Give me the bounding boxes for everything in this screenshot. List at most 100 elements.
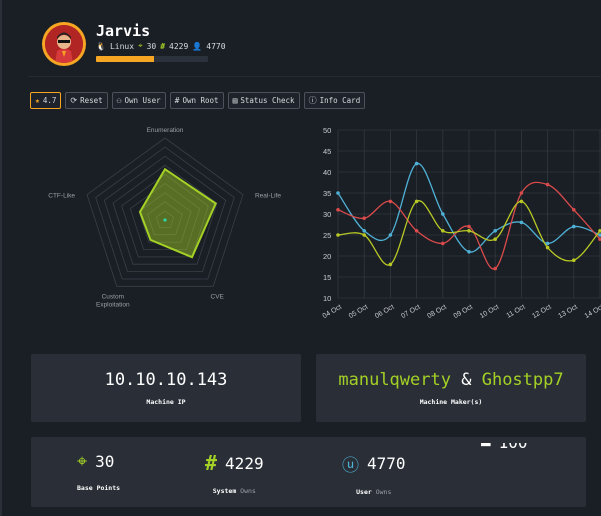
y-tick-label: 20: [323, 252, 331, 261]
x-tick-label: 07 Oct: [400, 304, 421, 320]
machine-avatar: [42, 22, 86, 66]
series-point-0: [441, 212, 445, 216]
series-point-2: [493, 237, 497, 241]
series-point-0: [545, 241, 550, 246]
machine-header: Jarvis 🐧 Linux ⌖ 30 # 4229 👤 4770: [34, 14, 601, 74]
machine-meta: 🐧 Linux ⌖ 30 # 4229 👤 4770: [96, 41, 226, 51]
hash-icon: #: [205, 451, 218, 475]
base-points-label: Base Points: [77, 484, 121, 492]
series-point-1: [388, 199, 393, 204]
series-point-0: [388, 233, 393, 237]
series-point-1: [572, 208, 576, 212]
hash-icon: #: [174, 96, 180, 105]
series-point-1: [414, 229, 419, 233]
toolbar: ★ 4.7 ⟳ Reset ⚇ Own User # Own Root ▤ St…: [30, 92, 366, 109]
series-point-0: [362, 229, 366, 233]
y-tick-label: 45: [323, 147, 331, 156]
radar-axis-label: CVE: [211, 293, 225, 300]
refresh-icon: ⟳: [70, 96, 78, 105]
machine-ip-label: Machine IP: [146, 398, 186, 406]
radar-chart: Enumeration Real-Life CVE Custom Exploitatio…: [48, 127, 281, 308]
user-owns-stat: ⓤ 4770 User Owns: [342, 451, 406, 496]
series-point-1: [441, 241, 445, 246]
reset-label: Reset: [80, 96, 103, 105]
rating-button[interactable]: ★ 4.7: [30, 92, 62, 109]
maker-link-1[interactable]: manulqwerty: [338, 370, 451, 390]
release-value: 100: [499, 443, 528, 452]
machine-maker-card: manulqwerty & Ghostpp7 Machine Maker(s): [316, 354, 586, 422]
calendar-icon: ▬: [481, 443, 491, 452]
target-icon: ⌖: [77, 451, 88, 472]
divider: [28, 76, 601, 77]
series-point-2: [414, 199, 419, 204]
status-check-button[interactable]: ▤ Status Check: [227, 92, 300, 109]
machine-name: Jarvis: [96, 22, 151, 40]
series-point-0: [336, 191, 340, 195]
machine-user-owns: 4770: [206, 41, 226, 51]
progress-fill: [96, 56, 155, 62]
system-owns-value: 4229: [225, 453, 264, 473]
user-icon: 👤: [192, 41, 203, 51]
user-icon: ⚇: [116, 96, 122, 105]
series-point-1: [545, 182, 550, 187]
window-border: [0, 0, 2, 516]
series-point-0: [414, 161, 419, 166]
series-point-0: [493, 229, 497, 233]
reset-button[interactable]: ⟳ Reset: [65, 92, 108, 109]
radar-center-dot: [163, 218, 167, 222]
series-point-2: [519, 199, 524, 204]
maker-link-2[interactable]: Ghostpp7: [482, 370, 564, 390]
series-point-2: [388, 262, 393, 267]
series-point-2: [572, 258, 576, 262]
machine-points: 30: [146, 41, 157, 51]
y-tick-label: 30: [323, 210, 331, 219]
y-tick-label: 10: [323, 294, 331, 303]
x-tick-label: 04 Oct: [322, 304, 343, 320]
x-tick-label: 06 Oct: [374, 304, 395, 320]
y-tick-label: 15: [323, 273, 331, 282]
user-owns-label: User Owns: [356, 488, 392, 496]
series-point-2: [362, 233, 366, 237]
x-tick-label: 09 Oct: [453, 304, 474, 320]
status-check-label: Status Check: [240, 96, 295, 105]
star-icon: ★: [35, 96, 40, 105]
series-point-0: [519, 220, 524, 225]
info-card-button[interactable]: ⓘ Info Card: [303, 92, 366, 109]
maker-separator: &: [461, 370, 472, 390]
x-tick-label: 08 Oct: [426, 304, 447, 320]
x-tick-label: 05 Oct: [348, 304, 369, 320]
y-tick-label: 35: [323, 189, 331, 198]
radar-axis-label: Real-Life: [255, 193, 281, 200]
series-point-2: [441, 229, 445, 233]
y-tick-label: 40: [323, 168, 331, 177]
info-icon: ⓘ: [308, 96, 317, 105]
series-point-1: [467, 224, 471, 229]
machine-system-owns: 4229: [169, 41, 189, 51]
own-root-label: Own Root: [182, 96, 219, 105]
series-point-0: [572, 224, 576, 229]
machine-ip-card: 10.10.10.143 Machine IP: [31, 354, 301, 422]
machine-os: Linux: [109, 41, 135, 51]
radar-axis-label: CTF-Like: [48, 193, 75, 200]
radar-data-area: [138, 167, 217, 259]
target-icon: ⌖: [138, 41, 143, 50]
stats-card: ⌖ 30 Base Points # 4229 System Owns ⓤ 47…: [31, 437, 586, 507]
progress-bar: [96, 56, 208, 62]
system-owns-stat: # 4229 System Owns: [205, 451, 264, 495]
series-point-1: [336, 208, 340, 212]
series-point-1: [362, 216, 366, 220]
own-root-button[interactable]: # Own Root: [169, 92, 224, 109]
series-point-2: [467, 229, 471, 233]
x-tick-label: 14 Oct: [584, 304, 601, 320]
series-point-1: [493, 266, 497, 271]
series-point-0: [467, 250, 471, 254]
own-user-button[interactable]: ⚇ Own User: [111, 92, 166, 109]
series-point-2: [545, 245, 550, 250]
x-tick-label: 12 Oct: [531, 304, 552, 320]
system-owns-label: System Owns: [212, 487, 256, 495]
x-tick-label: 11 Oct: [505, 304, 526, 320]
radar-axis-label: Custom Exploitation: [96, 293, 130, 308]
series-point-1: [519, 191, 524, 195]
y-tick-label: 50: [323, 126, 331, 135]
rating-value: 4.7: [42, 96, 57, 105]
